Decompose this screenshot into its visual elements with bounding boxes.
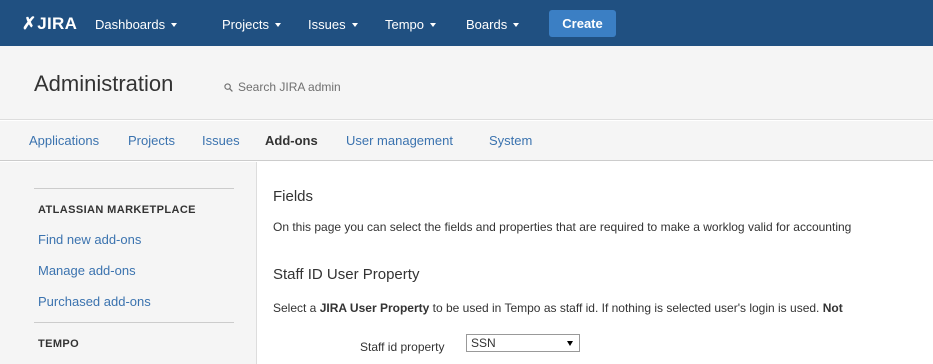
- staff-id-property-label: Staff id property: [360, 340, 445, 354]
- fields-description: On this page you can select the fields a…: [273, 220, 852, 234]
- sidebar-divider: [34, 188, 234, 189]
- staff-desc-trail: Not: [822, 301, 843, 315]
- jira-logo-text: JIRA: [37, 13, 78, 33]
- staff-desc-bold: JIRA User Property: [319, 301, 430, 315]
- admin-search-placeholder: Search JIRA admin: [238, 80, 341, 94]
- search-icon: [224, 82, 233, 92]
- nav-boards[interactable]: Boards: [466, 15, 520, 33]
- admin-search-input[interactable]: Search JIRA admin: [224, 78, 424, 96]
- staff-desc-suffix: to be used in Tempo as staff id. If noth…: [429, 301, 823, 315]
- jira-logo[interactable]: ✗ JIRA: [22, 12, 77, 34]
- tab-user-management[interactable]: User management: [346, 133, 453, 148]
- staff-id-heading: Staff ID User Property: [273, 266, 420, 283]
- tab-projects[interactable]: Projects: [128, 133, 175, 148]
- chevron-down-icon: [351, 22, 358, 27]
- fields-heading: Fields: [273, 188, 314, 205]
- staff-desc-prefix: Select a: [273, 301, 320, 315]
- tab-system[interactable]: System: [489, 133, 532, 148]
- staff-id-description: Select a JIRA User Property to be used i…: [273, 301, 843, 315]
- chevron-down-icon: [171, 22, 178, 27]
- admin-header: Administration Search JIRA admin: [0, 46, 933, 120]
- chevron-down-icon: [274, 22, 281, 27]
- sidebar-item-purchased-add-ons[interactable]: Purchased add-ons: [38, 294, 151, 309]
- tab-add-ons[interactable]: Add-ons: [265, 133, 318, 148]
- tab-issues[interactable]: Issues: [202, 133, 240, 148]
- dropdown-arrow-icon: [567, 340, 573, 346]
- nav-projects[interactable]: Projects: [222, 15, 281, 33]
- top-navigation-bar: ✗ JIRA Dashboards Projects Issues Tempo …: [0, 0, 933, 46]
- chevron-down-icon: [513, 22, 520, 27]
- nav-issues-label: Issues: [308, 16, 346, 32]
- nav-dashboards-label: Dashboards: [95, 16, 166, 32]
- sidebar-item-manage-add-ons[interactable]: Manage add-ons: [38, 263, 136, 278]
- sidebar-item-find-new-add-ons[interactable]: Find new add-ons: [38, 232, 141, 247]
- staff-id-property-value: SSN: [471, 336, 496, 350]
- admin-tabs: Applications Projects Issues Add-ons Use…: [0, 121, 933, 161]
- main-content: Fields On this page you can select the f…: [258, 162, 933, 364]
- sidebar-heading-tempo: TEMPO: [38, 338, 80, 350]
- nav-boards-label: Boards: [466, 16, 508, 32]
- create-button[interactable]: Create: [549, 10, 616, 37]
- nav-tempo-label: Tempo: [385, 16, 425, 32]
- nav-tempo[interactable]: Tempo: [385, 15, 437, 33]
- tab-applications[interactable]: Applications: [29, 133, 99, 148]
- nav-issues[interactable]: Issues: [308, 15, 358, 33]
- sidebar-heading-marketplace: ATLASSIAN MARKETPLACE: [38, 204, 196, 216]
- sidebar: ATLASSIAN MARKETPLACE Find new add-ons M…: [0, 162, 257, 364]
- nav-dashboards[interactable]: Dashboards: [95, 15, 178, 33]
- jira-logo-icon: ✗: [22, 13, 37, 33]
- staff-id-property-select[interactable]: SSN: [466, 334, 580, 352]
- nav-projects-label: Projects: [222, 16, 269, 32]
- page-title: Administration: [34, 71, 174, 96]
- sidebar-divider: [34, 322, 234, 323]
- chevron-down-icon: [430, 22, 437, 27]
